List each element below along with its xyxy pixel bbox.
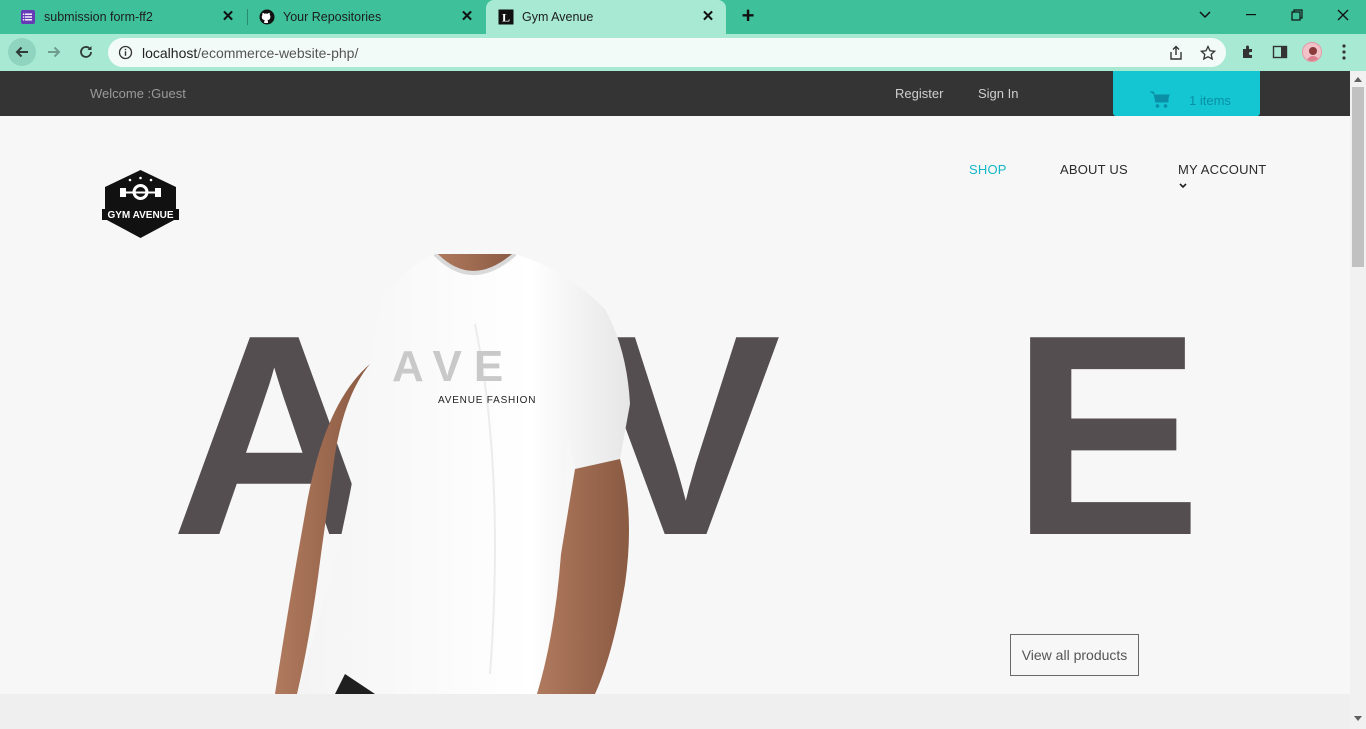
model-tshirt-image [275,254,630,694]
shirt-print-text: AVE [392,342,515,392]
logo-text: GYM AVENUE [107,210,173,221]
hero-banner: A V E AVE AVENUE FASHION [0,254,1350,694]
extensions-icon[interactable] [1240,44,1256,60]
cart-button[interactable]: 1 items [1113,71,1260,116]
close-tab-icon[interactable]: ✕ [459,9,475,25]
tab-strip: submission form-ff2 ✕ Your Repositories … [0,0,1366,34]
forward-button[interactable] [40,38,68,66]
close-tab-icon[interactable]: ✕ [700,9,716,25]
new-tab-icon[interactable]: + [737,5,759,28]
share-icon[interactable] [1168,45,1184,61]
scroll-up-icon[interactable] [1354,76,1362,82]
sign-in-link[interactable]: Sign In [978,86,1018,101]
site-L-icon: L [498,9,514,25]
browser-menu-icon[interactable] [1338,42,1350,62]
google-forms-icon [20,9,36,25]
hero-letter-e: E [1011,275,1202,595]
tab-title: Your Repositories [283,10,382,24]
register-link[interactable]: Register [895,86,943,101]
side-panel-icon[interactable] [1272,44,1288,60]
scroll-down-icon[interactable] [1354,716,1362,722]
shirt-brand-text: AVENUE FASHION [438,395,537,406]
shopping-cart-icon [1150,91,1170,108]
reload-button[interactable] [72,38,100,66]
close-tab-icon[interactable]: ✕ [220,9,236,25]
view-all-products-button[interactable]: View all products [1010,634,1139,676]
url-path: /ecommerce-website-php/ [197,45,359,61]
page-scrollbar[interactable] [1350,71,1366,729]
gym-avenue-logo[interactable]: GYM AVENUE [102,169,179,239]
page-bottom-band [0,694,1350,729]
tab-your-repositories[interactable]: Your Repositories ✕ [247,0,485,34]
shirt-print-letters: AVE [392,342,516,391]
site-info-icon[interactable] [118,45,133,60]
url-text[interactable]: localhost/ecommerce-website-php/ [142,45,358,61]
scrollbar-thumb[interactable] [1352,87,1364,267]
page-viewport: Welcome :Guest Register Sign In 1 items … [0,71,1350,729]
tab-title: Gym Avenue [522,10,594,24]
nav-shop[interactable]: SHOP [969,162,1007,177]
address-bar[interactable]: localhost/ecommerce-website-php/ [108,38,1226,67]
svg-text:L: L [502,11,510,25]
close-window-icon[interactable] [1320,0,1366,30]
github-icon [259,9,275,25]
minimize-icon[interactable] [1228,0,1274,30]
chevron-down-icon[interactable] [1178,182,1188,190]
tab-title: submission form-ff2 [44,10,153,24]
reload-icon [80,46,92,58]
browser-toolbar: localhost/ecommerce-website-php/ [0,34,1366,71]
site-topbar: Welcome :Guest Register Sign In 1 items [0,71,1350,116]
back-button[interactable] [8,38,36,66]
restore-icon[interactable] [1274,0,1320,30]
tab-submission-form[interactable]: submission form-ff2 ✕ [8,0,246,34]
url-host: localhost [142,45,198,61]
profile-avatar[interactable] [1302,42,1322,62]
arrow-right-icon [48,46,61,58]
nav-about-us[interactable]: ABOUT US [1060,162,1128,177]
bookmark-star-icon[interactable] [1200,45,1216,61]
tab-search-chevron-icon[interactable] [1182,0,1228,30]
nav-my-account[interactable]: MY ACCOUNT [1178,162,1266,177]
cart-count: 1 items [1189,93,1231,108]
arrow-left-icon [15,46,28,58]
tab-gym-avenue[interactable]: L Gym Avenue ✕ [486,0,726,34]
welcome-text: Welcome :Guest [90,86,186,101]
